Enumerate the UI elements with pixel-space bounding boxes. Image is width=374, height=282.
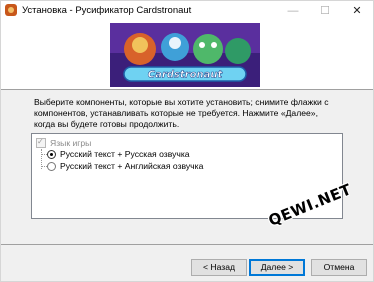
- window-title: Установка - Русификатор Cardstronaut: [22, 5, 192, 16]
- footer-divider: [1, 244, 373, 245]
- title-bar: Установка - Русификатор Cardstronaut — ☐…: [1, 1, 373, 21]
- next-button[interactable]: Далее >: [249, 259, 305, 276]
- banner-logo-text: Cardstronaut: [148, 70, 224, 81]
- header-divider: [1, 89, 373, 90]
- cancel-button[interactable]: Отмена: [311, 259, 367, 276]
- app-icon: [5, 4, 17, 16]
- back-button[interactable]: < Назад: [191, 259, 247, 276]
- instructions-text: Выберите компоненты, которые вы хотите у…: [34, 97, 329, 129]
- close-button[interactable]: ✕: [341, 1, 373, 21]
- installer-window: Установка - Русификатор Cardstronaut — ☐…: [0, 0, 374, 282]
- game-banner-image: Cardstronaut: [110, 23, 260, 87]
- maximize-button[interactable]: ☐: [309, 1, 341, 21]
- minimize-button[interactable]: —: [277, 1, 309, 21]
- radio-selected-icon[interactable]: [47, 150, 56, 159]
- group-checkbox: [36, 136, 46, 148]
- option-label: Русский текст + Русская озвучка: [60, 149, 190, 159]
- radio-unselected-icon[interactable]: [47, 162, 56, 171]
- option-label: Русский текст + Английская озвучка: [60, 161, 204, 171]
